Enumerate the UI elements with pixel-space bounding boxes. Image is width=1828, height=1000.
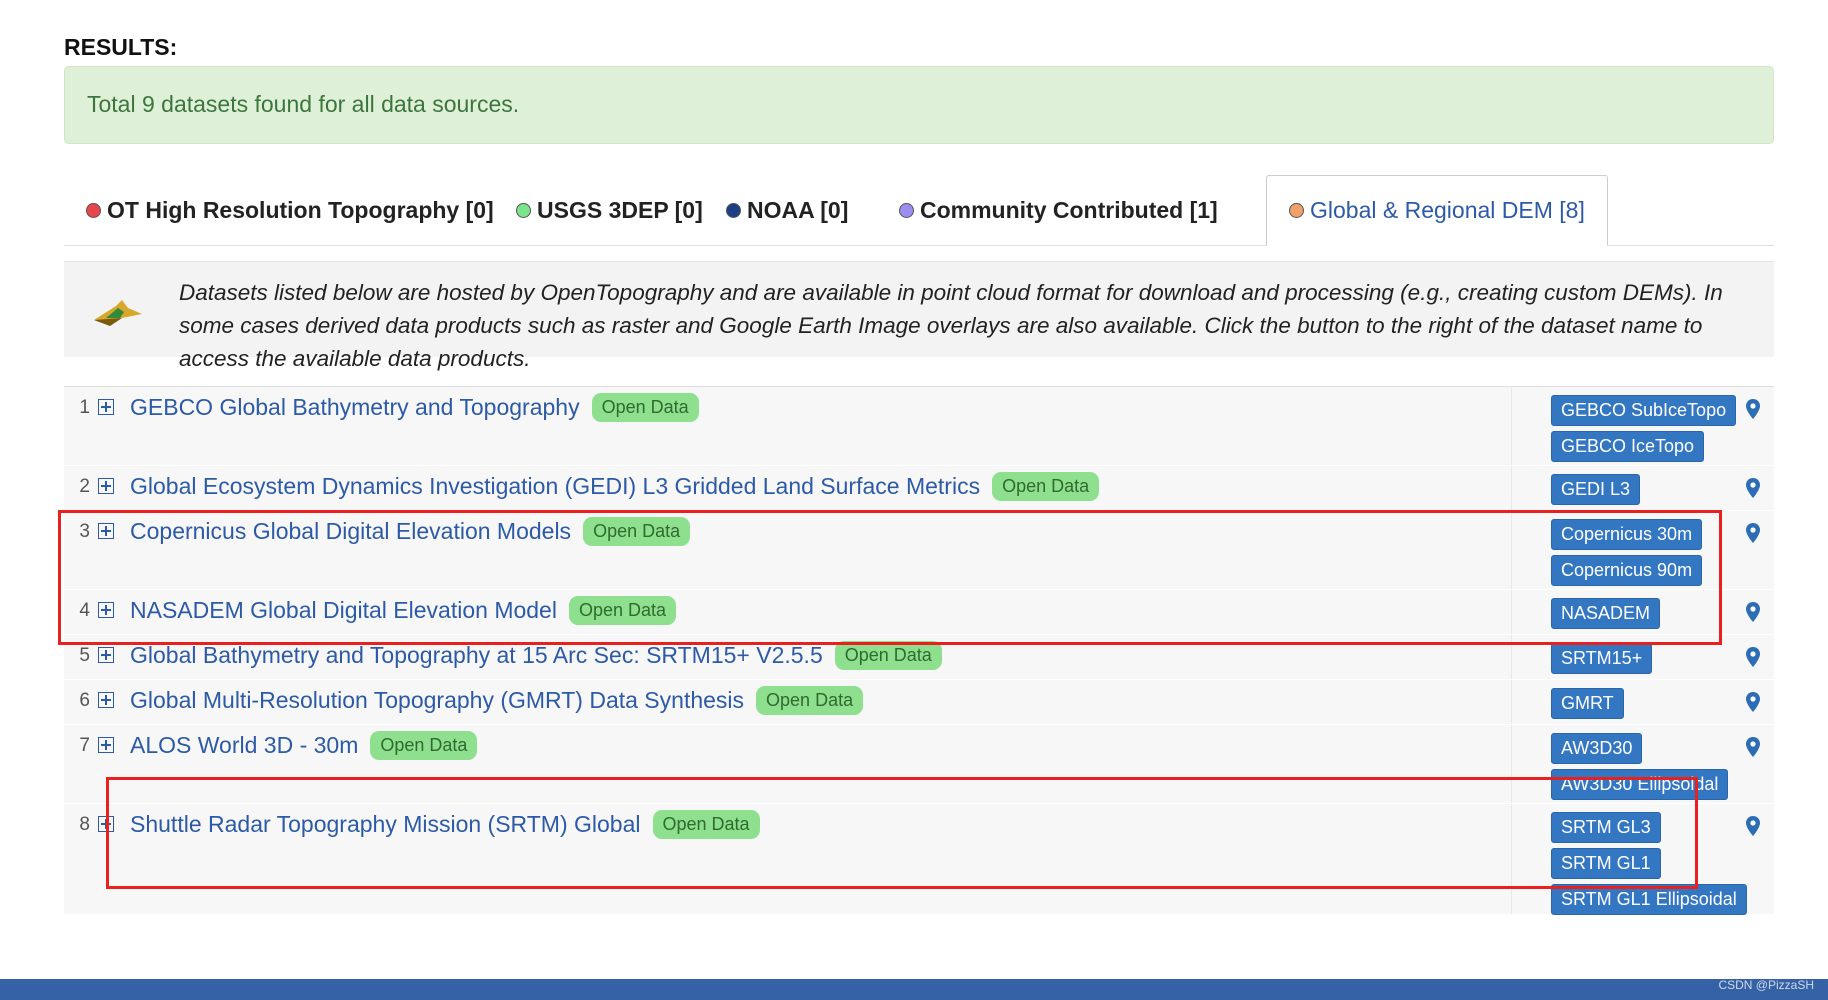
product-button[interactable]: SRTM15+ [1551,643,1652,674]
map-pin-icon[interactable] [1746,478,1760,498]
dataset-link[interactable]: ALOS World 3D - 30m [130,732,358,759]
info-box: Datasets listed below are hosted by Open… [64,261,1774,357]
table-row: 6 Global Multi-Resolution Topography (GM… [64,680,1774,725]
map-pin-icon[interactable] [1746,647,1760,667]
map-pin-icon[interactable] [1746,523,1760,543]
map-pin-icon[interactable] [1746,602,1760,622]
green-dot-icon [516,203,531,218]
purple-dot-icon [899,203,914,218]
open-data-badge: Open Data [370,731,477,760]
dataset-link[interactable]: Global Multi-Resolution Topography (GMRT… [130,687,744,714]
tab-community-contributed[interactable]: Community Contributed [1] [877,175,1240,245]
footer-bar [0,979,1828,1000]
product-button[interactable]: GMRT [1551,688,1624,719]
row-number: 8 [70,814,90,836]
navy-dot-icon [726,203,741,218]
dataset-link[interactable]: Global Ecosystem Dynamics Investigation … [130,473,980,500]
expand-icon[interactable] [98,692,114,708]
topography-logo-icon [92,298,144,328]
open-data-badge: Open Data [835,641,942,670]
watermark: CSDN @PizzaSH [1718,978,1814,992]
map-pin-icon[interactable] [1746,737,1760,757]
expand-icon[interactable] [98,737,114,753]
data-source-tabs: OT High Resolution Topography [0] USGS 3… [64,175,1774,246]
results-summary-text: Total 9 datasets found for all data sour… [87,91,519,117]
product-button[interactable]: AW3D30 [1551,733,1642,764]
map-pin-icon[interactable] [1746,816,1760,836]
product-button[interactable]: GEBCO SubIceTopo [1551,395,1736,426]
tab-ot-high-resolution[interactable]: OT High Resolution Topography [0] [64,175,516,245]
tab-global-regional-dem[interactable]: Global & Regional DEM [8] [1266,175,1608,246]
info-text: Datasets listed below are hosted by Open… [179,276,1764,375]
row-number: 2 [70,476,90,498]
open-data-badge: Open Data [756,686,863,715]
results-heading: RESULTS: [64,34,177,61]
product-button[interactable]: GEDI L3 [1551,474,1640,505]
red-dot-icon [86,203,101,218]
dataset-link[interactable]: Global Bathymetry and Topography at 15 A… [130,642,823,669]
highlight-box [58,510,1722,645]
expand-icon[interactable] [98,478,114,494]
tab-usgs-3dep[interactable]: USGS 3DEP [0] [494,175,725,245]
table-row: 1 GEBCO Global Bathymetry and Topography… [64,387,1774,466]
orange-dot-icon [1289,203,1304,218]
map-pin-icon[interactable] [1746,399,1760,419]
dataset-link[interactable]: GEBCO Global Bathymetry and Topography [130,394,580,421]
row-number: 1 [70,397,90,419]
results-summary-alert: Total 9 datasets found for all data sour… [64,66,1774,144]
map-pin-icon[interactable] [1746,692,1760,712]
tab-noaa[interactable]: NOAA [0] [704,175,870,245]
row-number: 6 [70,690,90,712]
row-number: 7 [70,735,90,757]
highlight-box [106,777,1698,889]
row-number: 5 [70,645,90,667]
expand-icon[interactable] [98,647,114,663]
product-button[interactable]: GEBCO IceTopo [1551,431,1704,462]
open-data-badge: Open Data [992,472,1099,501]
expand-icon[interactable] [98,399,114,415]
open-data-badge: Open Data [592,393,699,422]
table-row: 2 Global Ecosystem Dynamics Investigatio… [64,466,1774,511]
